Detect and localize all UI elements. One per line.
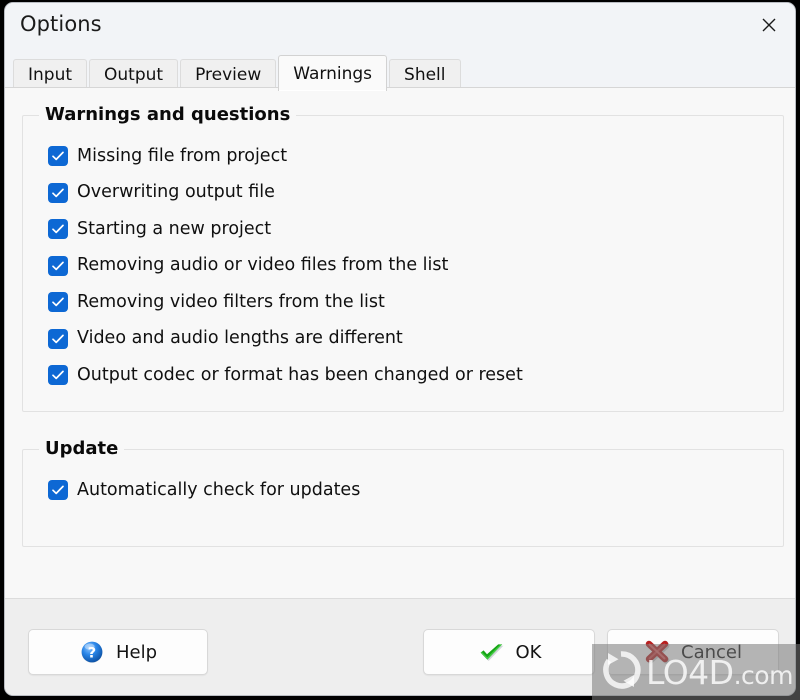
checkbox-label: Missing file from project	[77, 145, 288, 166]
title-bar: Options	[5, 3, 795, 49]
checkbox-label: Automatically check for updates	[77, 479, 361, 500]
checkbox-row-auto-update[interactable]: Automatically check for updates	[49, 472, 360, 509]
cancel-button-label: Cancel	[681, 641, 742, 663]
close-icon	[762, 18, 776, 32]
checkbox-label: Video and audio lengths are different	[77, 328, 403, 348]
update-checkbox-list: Automatically check for updates	[49, 472, 360, 509]
tab-panel-warnings: Warnings and questions Missing file from…	[5, 87, 795, 598]
warnings-checkbox-list: Missing file from project Overwriting ou…	[49, 138, 523, 394]
ok-button-label: OK	[515, 641, 542, 663]
tab-preview[interactable]: Preview	[180, 59, 277, 89]
checkbox-row-codec-changed[interactable]: Output codec or format has been changed …	[49, 357, 523, 394]
checkbox-row-overwriting-output[interactable]: Overwriting output file	[49, 175, 523, 212]
ok-button[interactable]: OK	[423, 629, 595, 675]
check-icon	[52, 334, 64, 343]
check-icon	[52, 261, 64, 270]
checkbox-label: Removing video filters from the list	[77, 291, 385, 312]
green-check-icon	[477, 640, 505, 664]
checkbox-label: Removing audio or video files from the l…	[77, 255, 449, 275]
tab-warnings[interactable]: Warnings	[278, 55, 388, 91]
svg-text:?: ?	[88, 646, 96, 662]
checkbox-new-project[interactable]	[49, 220, 67, 239]
checkbox-row-removing-media[interactable]: Removing audio or video files from the l…	[49, 248, 523, 285]
group-warnings-and-questions: Warnings and questions Missing file from…	[22, 104, 784, 412]
window-title: Options	[20, 12, 102, 36]
options-dialog: Options Input Output Preview Warnings Sh…	[4, 2, 796, 696]
checkbox-codec-changed[interactable]	[49, 366, 67, 385]
check-icon	[52, 188, 64, 197]
red-cross-icon	[644, 640, 670, 664]
checkbox-row-missing-file[interactable]: Missing file from project	[49, 138, 523, 175]
screenshot-root: Options Input Output Preview Warnings Sh…	[0, 0, 800, 700]
checkbox-overwriting-output[interactable]	[49, 183, 67, 202]
help-button[interactable]: ? Help	[28, 629, 208, 675]
tab-strip: Input Output Preview Warnings Shell	[5, 49, 795, 91]
group-warnings-legend: Warnings and questions	[39, 104, 297, 125]
tab-shell[interactable]: Shell	[389, 59, 461, 89]
close-button[interactable]	[743, 3, 795, 47]
help-button-label: Help	[115, 641, 158, 663]
checkbox-row-removing-filters[interactable]: Removing video filters from the list	[49, 284, 523, 321]
dialog-button-bar: ? Help OK Cancel	[5, 598, 795, 695]
check-icon	[52, 370, 64, 380]
checkbox-row-length-mismatch[interactable]: Video and audio lengths are different	[49, 321, 523, 358]
checkbox-row-new-project[interactable]: Starting a new project	[49, 211, 523, 248]
checkbox-label: Starting a new project	[77, 218, 272, 239]
tab-list: Input Output Preview Warnings Shell	[13, 55, 463, 91]
help-question-icon: ?	[79, 639, 105, 665]
checkbox-label: Overwriting output file	[77, 182, 275, 202]
group-update: Update Automatically check for updates	[22, 438, 784, 547]
check-icon	[52, 485, 64, 495]
checkbox-removing-filters[interactable]	[49, 293, 67, 312]
group-update-legend: Update	[39, 438, 125, 459]
checkbox-auto-update[interactable]	[49, 481, 67, 500]
checkbox-removing-media[interactable]	[49, 256, 67, 275]
check-icon	[52, 297, 64, 307]
cancel-button[interactable]: Cancel	[607, 629, 779, 675]
tab-output[interactable]: Output	[89, 59, 179, 89]
check-icon	[52, 224, 64, 234]
check-icon	[52, 151, 64, 161]
tab-input[interactable]: Input	[13, 59, 88, 89]
checkbox-label: Output codec or format has been changed …	[77, 364, 523, 385]
checkbox-missing-file[interactable]	[49, 147, 67, 166]
checkbox-length-mismatch[interactable]	[49, 329, 67, 348]
